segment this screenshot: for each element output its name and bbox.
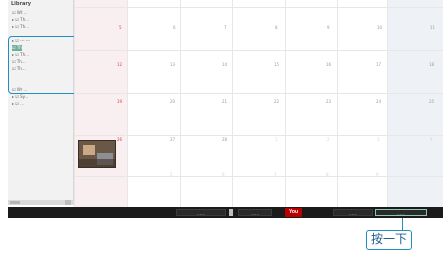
toolbar-button-4[interactable]: ……: [333, 209, 373, 216]
day-number[interactable]: 4: [430, 137, 433, 142]
day-number[interactable]: 3: [377, 137, 380, 142]
tree-item-2[interactable]: ▸ ☑ Th...: [12, 24, 29, 30]
grid-hline: [74, 93, 443, 94]
tree-item-1[interactable]: ▸ ☑ Th...: [12, 17, 29, 23]
toolbar-button-2[interactable]: ……: [238, 209, 272, 216]
day-number[interactable]: 22: [274, 99, 279, 104]
day-number[interactable]: 9: [376, 172, 379, 177]
thumbnail-detail: [79, 159, 115, 167]
grid-hline: [74, 176, 443, 177]
day-number[interactable]: 20: [170, 99, 175, 104]
grid-hline: [74, 50, 443, 51]
grid-hline: [74, 135, 443, 136]
video-thumbnail[interactable]: [78, 140, 116, 168]
sidebar-scrollbar-thumb[interactable]: [10, 201, 20, 204]
toolbar-icon[interactable]: [229, 209, 233, 216]
day-number[interactable]: 6: [222, 172, 225, 177]
day-number[interactable]: 27: [170, 137, 175, 142]
sidebar-scrollbar[interactable]: [8, 200, 74, 205]
day-number[interactable]: 13: [170, 62, 175, 67]
day-number[interactable]: 10: [377, 25, 382, 30]
day-number[interactable]: 11: [430, 25, 435, 30]
grid-hline: [74, 7, 443, 8]
day-number[interactable]: 23: [326, 99, 331, 104]
day-number[interactable]: 8: [275, 25, 278, 30]
sidebar-title: Library: [11, 1, 32, 7]
day-number[interactable]: 28: [222, 137, 227, 142]
toolbar-button-1[interactable]: ……: [176, 209, 226, 216]
day-number[interactable]: 26: [117, 137, 122, 142]
day-number[interactable]: 19: [117, 99, 122, 104]
sidebar-scrollbar-button[interactable]: [65, 200, 71, 205]
day-number[interactable]: 5: [170, 172, 173, 177]
day-number[interactable]: 24: [376, 99, 381, 104]
tree-item-9[interactable]: ▸ ☑ Sy...: [12, 94, 28, 100]
calendar-grid: 5 6 7 8 9 10 11 12 13 14 15 16 17 18 19 …: [74, 0, 443, 208]
day-number[interactable]: 2: [327, 137, 330, 142]
day-number[interactable]: 7: [224, 25, 227, 30]
callout-label: 按一下: [366, 230, 412, 250]
thumbnail-detail: [83, 145, 95, 155]
day-number[interactable]: 25: [429, 99, 434, 104]
tree-item-0[interactable]: ☑ Wt ...: [12, 10, 27, 16]
day-number[interactable]: 16: [326, 62, 331, 67]
day-number[interactable]: 5: [119, 25, 122, 30]
tree-item-10[interactable]: ▸ ☑ ...: [12, 101, 24, 107]
day-number[interactable]: 6: [173, 25, 176, 30]
day-number[interactable]: 21: [222, 99, 227, 104]
bottom-toolbar: …… …… You Tube …… ……: [8, 207, 443, 224]
day-number[interactable]: 8: [326, 172, 329, 177]
day-number[interactable]: 14: [222, 62, 227, 67]
toolbar-button-5[interactable]: ……: [375, 209, 427, 216]
library-sidebar: Library ☑ Wt ... ▸ ☑ Th... ▸ ☑ Th... ▸ ☑…: [8, 0, 74, 203]
day-number[interactable]: 12: [117, 62, 122, 67]
day-number[interactable]: 17: [376, 62, 381, 67]
callout-pointer: [402, 218, 403, 230]
day-number[interactable]: 18: [429, 62, 434, 67]
day-number[interactable]: 1: [275, 137, 278, 142]
youtube-button[interactable]: You Tube: [285, 208, 302, 224]
day-number[interactable]: 7: [274, 172, 277, 177]
day-number[interactable]: 9: [327, 25, 330, 30]
day-number[interactable]: 15: [274, 62, 279, 67]
highlight-box: [8, 36, 78, 94]
